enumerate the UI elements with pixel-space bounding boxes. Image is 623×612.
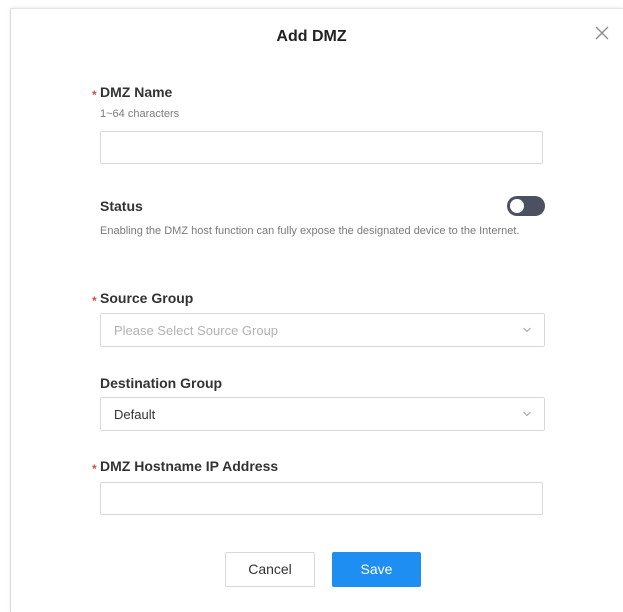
cancel-button[interactable]: Cancel <box>225 552 315 587</box>
chevron-down-icon <box>523 327 531 333</box>
destination-group-select[interactable]: Default <box>100 397 545 431</box>
dmz-name-label: DMZ Name <box>100 84 173 100</box>
chevron-down-icon <box>523 411 531 417</box>
destination-group-value: Default <box>114 407 156 422</box>
dmz-name-hint: 1~64 characters <box>100 108 180 120</box>
toggle-knob <box>510 199 524 213</box>
required-marker: * <box>92 294 97 308</box>
source-group-label: Source Group <box>100 290 194 306</box>
dmz-host-ip-input[interactable] <box>100 482 543 515</box>
required-marker: * <box>92 88 97 102</box>
destination-group-label: Destination Group <box>100 375 223 391</box>
dialog-title: Add DMZ <box>276 28 347 45</box>
close-icon[interactable] <box>593 24 611 42</box>
status-description: Enabling the DMZ host function can fully… <box>100 225 520 237</box>
dmz-host-ip-label: DMZ Hostname IP Address <box>100 458 279 474</box>
canvas: Add DMZ * DMZ Name 1~64 characters Statu… <box>0 0 623 612</box>
save-button[interactable]: Save <box>332 552 421 587</box>
dmz-name-input[interactable] <box>100 131 543 164</box>
source-group-select[interactable]: Please Select Source Group <box>100 313 545 347</box>
required-marker: * <box>92 462 97 476</box>
status-toggle[interactable] <box>507 196 545 216</box>
source-group-placeholder: Please Select Source Group <box>114 323 279 338</box>
status-label: Status <box>100 198 143 214</box>
